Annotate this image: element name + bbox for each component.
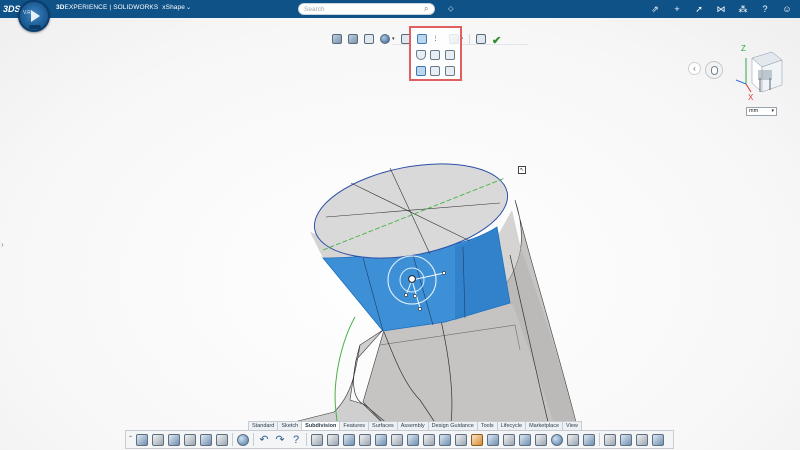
cursor-icon: ↖ [518,166,526,174]
tab-view[interactable]: View [562,421,582,430]
subd-fill-icon[interactable] [407,433,419,446]
separator [599,433,600,446]
separator [232,433,233,446]
axis-y-line [735,79,747,85]
compass-widget[interactable]: V.R [18,0,50,32]
subd-crease-icon[interactable] [455,433,467,446]
axis-x-line [745,83,752,93]
subd-bridge-icon[interactable] [391,433,403,446]
back-icon[interactable]: ‹ [688,62,701,75]
subd-mirror-icon[interactable] [439,433,451,446]
more-icon[interactable]: ⋮ [432,34,438,44]
filter-edges-icon[interactable] [416,50,427,60]
zoom-fit-icon[interactable] [348,34,358,44]
subd-align-icon[interactable] [551,433,563,446]
tab-assembly[interactable]: Assembly [396,421,429,430]
units-select[interactable]: mm ▾ [746,107,777,116]
subd-symmetry-icon[interactable] [535,433,547,446]
save-icon[interactable] [168,433,180,446]
subd-delete-icon[interactable] [487,433,499,446]
tab-standard[interactable]: Standard [248,421,279,430]
open-icon[interactable] [152,433,164,446]
tab-features[interactable]: Features [339,421,370,430]
tab-tools[interactable]: Tools [476,421,498,430]
collapse-icon[interactable]: ⌃ [128,435,133,442]
subd-loft-icon[interactable] [359,433,371,446]
window-select-icon[interactable] [444,66,455,76]
subd-thicken-icon[interactable] [519,433,531,446]
subd-snap-icon[interactable] [567,433,579,446]
popup-row: ⋮ [411,34,460,44]
help-icon[interactable]: ? [290,434,302,446]
subd-extrude-icon[interactable] [327,433,339,446]
subd-sweep-icon[interactable] [375,433,387,446]
subd-smooth-mode-icon[interactable] [636,433,648,446]
subd-box-mode-icon[interactable] [620,433,632,446]
tab-sketch[interactable]: Sketch [277,421,303,430]
display-style-icon[interactable] [380,34,390,44]
undo-icon[interactable]: ↶ [258,434,270,446]
mouse-icon [711,66,718,75]
redo-icon[interactable]: ↷ [274,434,286,446]
model-viewport[interactable]: Z X [0,0,800,450]
filter-bodies-icon[interactable] [444,50,455,60]
command-manager-toolbar: ⌃ ↶ ↷ ? [125,430,674,449]
filter-faces-icon[interactable] [430,50,441,60]
subd-weld-icon[interactable] [471,433,483,446]
popup-row [411,50,460,60]
separator [306,433,307,446]
manipulator-center[interactable] [408,275,416,283]
subd-primitive-icon[interactable] [311,433,323,446]
compass-version: V.R [23,10,31,16]
subd-split-icon[interactable] [423,433,435,446]
tab-surfaces[interactable]: Surfaces [368,421,398,430]
axis-x-label: X [748,93,754,102]
subd-edit-icon[interactable] [503,433,515,446]
print-icon[interactable] [184,433,196,446]
mirror-icon[interactable] [476,34,487,44]
tab-design-guidance[interactable]: Design Guidance [427,421,478,430]
tab-marketplace[interactable]: Marketplace [525,421,564,430]
chevron-down-icon: ▾ [771,108,774,114]
selection-filter-popup: ⋮ [409,26,462,81]
popup-row [411,66,460,76]
manipulator-handle[interactable] [413,294,417,298]
command-manager-tabs: Standard Sketch Subdivision Features Sur… [248,421,582,430]
axis-z-label: Z [741,44,746,53]
accept-icon[interactable]: ✔ [492,34,501,47]
chevron-down-icon[interactable]: ▾ [392,36,395,42]
view-cube[interactable] [751,51,783,93]
tab-lifecycle[interactable]: Lifecycle [496,421,527,430]
box-select-icon[interactable] [416,66,427,76]
mouse-mode-button[interactable] [705,61,723,79]
separator [253,433,254,446]
compass-tag [29,25,41,29]
new-icon[interactable] [136,433,148,446]
tab-subdivision[interactable]: Subdivision [301,421,341,430]
rebuild-icon[interactable] [200,433,212,446]
subd-revolve-icon[interactable] [343,433,355,446]
subd-convert-icon[interactable] [652,433,664,446]
options-icon[interactable] [237,433,249,446]
manipulator-handle[interactable] [404,293,408,297]
manipulator-handle[interactable] [442,271,446,275]
previous-view-icon[interactable] [332,34,342,44]
lasso-select-icon[interactable] [430,66,441,76]
play-icon [31,10,40,22]
units-value: mm [749,108,759,114]
separator [469,34,471,44]
subd-flatten-icon[interactable] [583,433,595,446]
subd-display-icon[interactable] [604,433,616,446]
properties-icon[interactable] [216,433,228,446]
section-view-icon[interactable] [364,34,374,44]
manipulator-handle[interactable] [418,307,422,311]
selection-filter-icon[interactable] [416,34,427,44]
